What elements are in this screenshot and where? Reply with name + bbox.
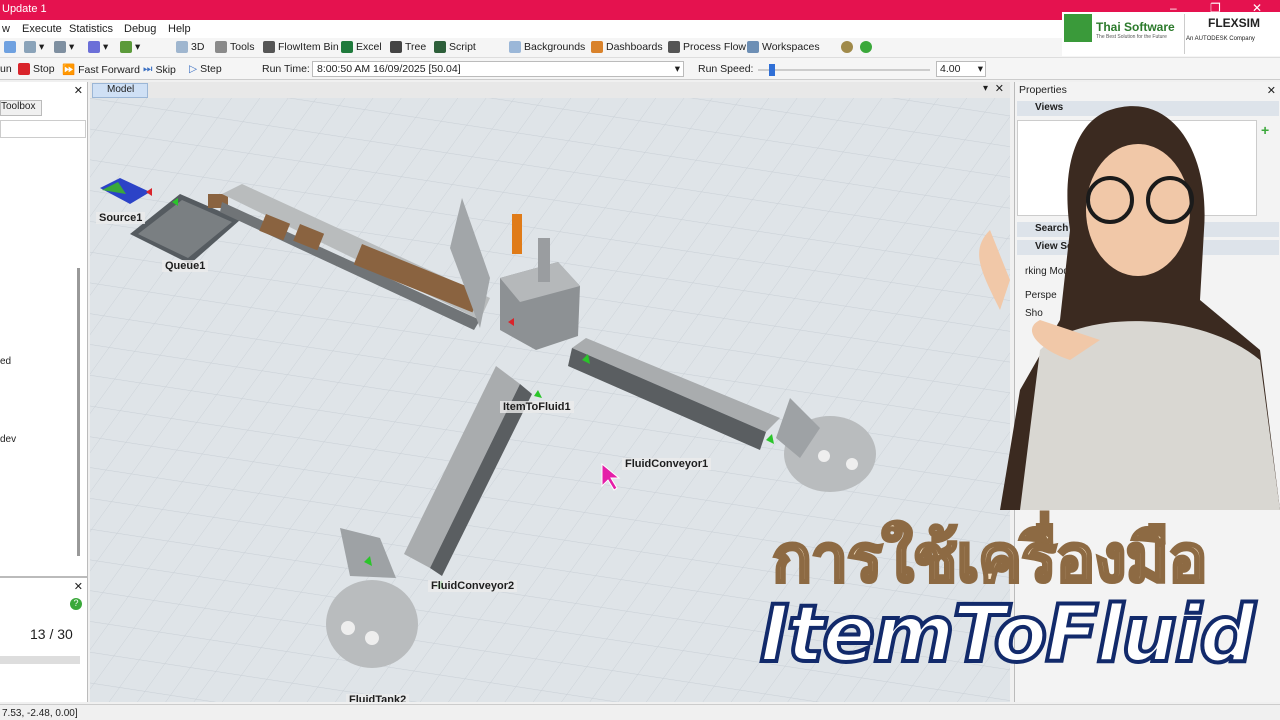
tab-model[interactable]: Model (92, 83, 148, 98)
label-fluidtank2: FluidTank2 (346, 694, 410, 702)
toolbox-search-input[interactable] (0, 120, 86, 138)
brand-tagline: The Best Solution for the Future (1096, 34, 1167, 40)
label-queue1: Queue1 (162, 260, 209, 272)
toolbar-process-flow[interactable]: Process Flow (668, 41, 746, 53)
shape-tool-icon[interactable]: ▾ (88, 41, 108, 53)
skip-button[interactable]: ⏭ Skip (143, 63, 176, 76)
item-counter: 13 / 30 (30, 626, 73, 642)
label-itemtofluid1: ItemToFluid1 (500, 401, 574, 413)
skip-icon: ⏭ (143, 63, 153, 75)
help-icon[interactable] (860, 41, 872, 53)
menu-statistics[interactable]: Statistics (69, 23, 113, 35)
brand-flexsim: FLEXSIM (1208, 16, 1261, 30)
menu-help[interactable]: Help (168, 23, 191, 35)
step-icon: ▷ (189, 63, 198, 75)
status-bar: 7.53, -2.48, 0.00] (0, 704, 1280, 720)
toolbar-backgrounds[interactable]: Backgrounds (509, 41, 585, 53)
gear-icon[interactable] (841, 41, 853, 53)
toolbar-tools[interactable]: Tools (215, 41, 255, 53)
fast-forward-icon: ⏩ (62, 64, 76, 76)
process-flow-icon (668, 41, 680, 53)
excel-icon (341, 41, 353, 53)
progress-bar (0, 656, 80, 664)
fluidtank2-object[interactable] (326, 580, 418, 668)
grid-icon (176, 41, 188, 53)
toolbar-dashboards[interactable]: Dashboards (591, 41, 663, 53)
run-speed-slider[interactable] (758, 69, 930, 71)
toolbar-script[interactable]: Script (434, 41, 476, 53)
close-icon[interactable]: ✕ (74, 580, 83, 593)
workspaces-icon (747, 41, 759, 53)
tree-icon (390, 41, 402, 53)
headline-tool: ItemToFluid (758, 588, 1257, 682)
toolbox-text-ed: ed (0, 356, 12, 367)
run-time-label: Run Time: (262, 63, 310, 75)
view-tool-icon[interactable]: ▾ (120, 41, 140, 53)
step-button[interactable]: ▷ Step (189, 63, 222, 75)
menu-view[interactable]: w (2, 23, 10, 35)
connect-tool-icon[interactable]: ▾ (24, 41, 44, 53)
run-speed-field[interactable]: 4.00 ▾ (936, 61, 986, 77)
run-speed-label: Run Speed: (698, 63, 754, 75)
select-tool-icon[interactable] (4, 41, 16, 53)
presenter-image (979, 106, 1280, 510)
menu-execute[interactable]: Execute (22, 23, 62, 35)
toolbar-excel[interactable]: Excel (341, 41, 382, 53)
stop-icon (18, 63, 30, 75)
run-time-field[interactable]: 8:00:50 AM 16/09/2025 [50.04] ▾ (312, 61, 684, 77)
run-button[interactable]: un (0, 63, 12, 75)
chevron-down-icon: ▾ (977, 63, 983, 75)
backgrounds-icon (509, 41, 521, 53)
tools-icon (215, 41, 227, 53)
group-tool-icon[interactable]: ▾ (54, 41, 74, 53)
label-source1: Source1 (96, 212, 146, 224)
label-fluidconveyor2: FluidConveyor2 (428, 580, 518, 592)
brand-banner: Thai Software The Best Solution for the … (1062, 12, 1280, 56)
run-speed-thumb[interactable] (768, 64, 775, 76)
cursor-coordinates: 7.53, -2.48, 0.00] (2, 708, 78, 719)
stop-button[interactable]: Stop (18, 63, 55, 75)
fast-forward-button[interactable]: ⏩ Fast Forward (62, 63, 140, 77)
toolbar-flowitem-bin[interactable]: FlowItem Bin (263, 41, 339, 53)
toolbar-workspaces[interactable]: Workspaces (747, 41, 820, 53)
toolbar-3d[interactable]: 3D (176, 41, 204, 53)
chevron-down-icon: ▾ (674, 63, 680, 75)
menu-debug[interactable]: Debug (124, 23, 156, 35)
toolbar-tree[interactable]: Tree (390, 41, 426, 53)
tab-toolbox[interactable]: Toolbox (0, 100, 42, 116)
label-fluidconveyor1: FluidConveyor1 (622, 458, 712, 470)
thai-software-logo-icon (1064, 14, 1092, 42)
help-icon[interactable]: ? (70, 598, 82, 610)
brand-company: Thai Software (1096, 20, 1175, 34)
left-panel: ✕ Toolbox ed dev ✕ ? 13 / 30 (0, 82, 88, 702)
script-icon (434, 41, 446, 53)
scrollbar[interactable] (77, 268, 80, 556)
toolbox-text-dev: dev (0, 434, 17, 445)
brand-autodesk: An AUTODESK Company (1186, 36, 1255, 42)
dashboards-icon (591, 41, 603, 53)
flowitem-bin-icon (263, 41, 275, 53)
window-title: Update 1 (2, 3, 47, 15)
close-icon[interactable]: ✕ (74, 84, 83, 97)
